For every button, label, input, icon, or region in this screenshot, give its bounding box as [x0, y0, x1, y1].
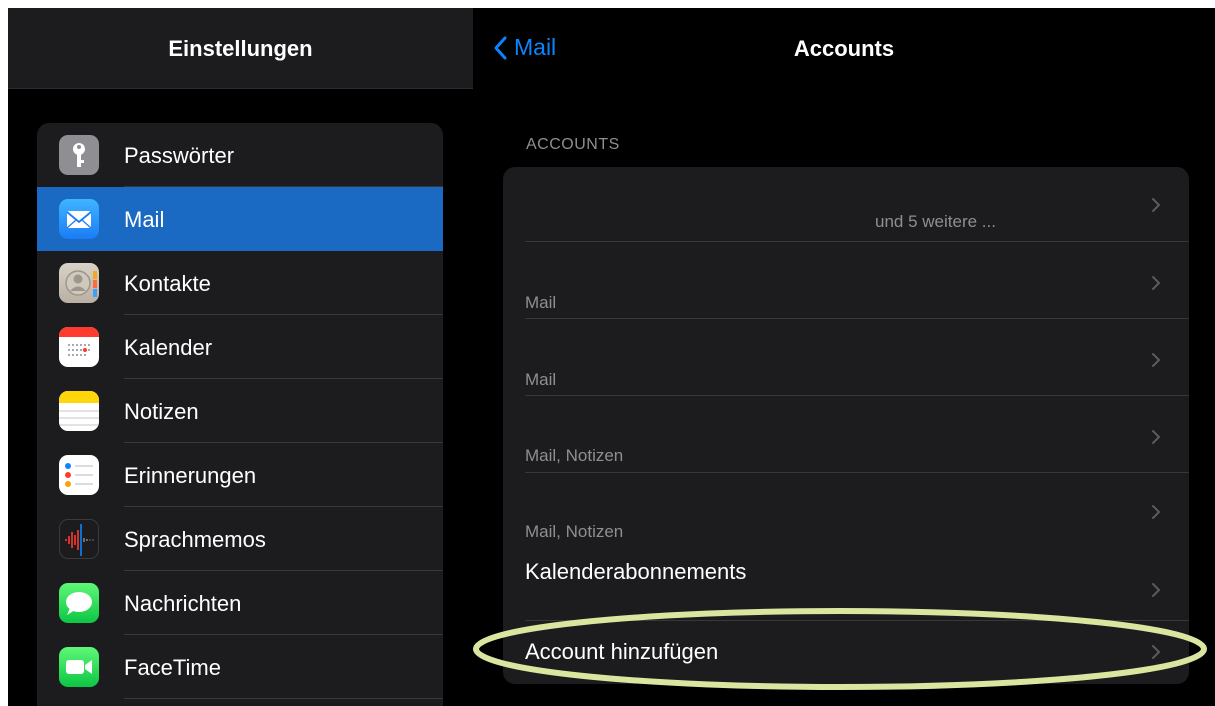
sidebar-item-kalender[interactable]: Kalender	[37, 315, 443, 379]
account-row-subtitle: und 5 weitere ...	[875, 212, 996, 231]
chevron-right-icon	[1152, 583, 1161, 597]
sidebar-title: Einstellungen	[168, 36, 313, 61]
notes-icon	[59, 391, 99, 431]
account-row[interactable]: Mail	[503, 242, 1189, 318]
sidebar-item-label: Nachrichten	[124, 591, 242, 616]
chevron-right-icon	[1152, 276, 1161, 290]
contacts-icon	[59, 263, 99, 303]
calendar-subscriptions-label: Kalenderabonnements	[525, 559, 747, 584]
chevron-right-icon	[1152, 645, 1161, 659]
sidebar-item-label: Erinnerungen	[124, 463, 257, 488]
add-account-row[interactable]: Account hinzufügen	[503, 621, 1189, 684]
sidebar-item-label: Mail	[124, 207, 165, 232]
sidebar-header: Einstellungen	[8, 8, 473, 88]
sidebar-item-label: FaceTime	[124, 655, 221, 680]
sidebar-item-sprachmemos[interactable]: Sprachmemos	[37, 507, 443, 571]
sidebar-item-nachrichten[interactable]: Nachrichten	[37, 571, 443, 635]
account-row[interactable]: und 5 weitere ...	[503, 167, 1189, 241]
account-row-subtitle: Mail	[525, 293, 557, 312]
reminders-icon	[59, 455, 99, 495]
key-icon	[59, 135, 99, 175]
accounts-detail-pane: Mail Accounts ACCOUNTS und 5 weitere ...…	[473, 8, 1215, 706]
sidebar-item-label: Notizen	[124, 399, 199, 424]
mail-icon	[59, 199, 99, 239]
settings-group: Passwörter Mail Kontakte Kalender Notize…	[37, 123, 443, 706]
account-row[interactable]: Mail	[503, 319, 1189, 395]
sidebar-item-mail[interactable]: Mail	[37, 187, 443, 251]
sidebar-item-passwoerter[interactable]: Passwörter	[37, 123, 443, 187]
accounts-list: und 5 weitere ... Mail Mail Mail, Notize…	[503, 167, 1189, 684]
voice-memos-icon	[59, 519, 99, 559]
sidebar-item-kontakte[interactable]: Kontakte	[37, 251, 443, 315]
chevron-right-icon	[1152, 353, 1161, 367]
sidebar-item-erinnerungen[interactable]: Erinnerungen	[37, 443, 443, 507]
facetime-icon	[59, 647, 99, 687]
sidebar-item-label: Kalender	[124, 335, 213, 360]
sidebar-item-label: Passwörter	[124, 143, 235, 168]
sidebar-item-label: Sprachmemos	[124, 527, 266, 552]
page-title: Accounts	[793, 36, 895, 61]
sidebar-item-notizen[interactable]: Notizen	[37, 379, 443, 443]
messages-icon	[59, 583, 99, 623]
settings-sidebar: Einstellungen Passwörter Mail Kontakte K…	[8, 8, 473, 706]
account-row[interactable]: Mail, Notizen	[503, 396, 1189, 472]
account-row-subtitle: Mail, Notizen	[525, 446, 624, 465]
sidebar-item-label: Kontakte	[124, 271, 211, 296]
sidebar-item-facetime[interactable]: FaceTime	[37, 635, 443, 699]
ipad-screen: Einstellungen Passwörter Mail Kontakte K…	[8, 8, 1215, 706]
chevron-right-icon	[1152, 198, 1161, 212]
chevron-right-icon	[1152, 505, 1161, 519]
add-account-label: Account hinzufügen	[525, 639, 719, 664]
section-header: ACCOUNTS	[526, 136, 620, 153]
calendar-subscriptions-row[interactable]: Kalenderabonnements	[503, 544, 1189, 620]
chevron-right-icon	[1152, 430, 1161, 444]
calendar-icon	[59, 327, 99, 367]
account-row[interactable]: Mail, Notizen	[503, 473, 1189, 544]
account-row-subtitle: Mail, Notizen	[525, 522, 624, 541]
account-row-subtitle: Mail	[525, 370, 557, 389]
